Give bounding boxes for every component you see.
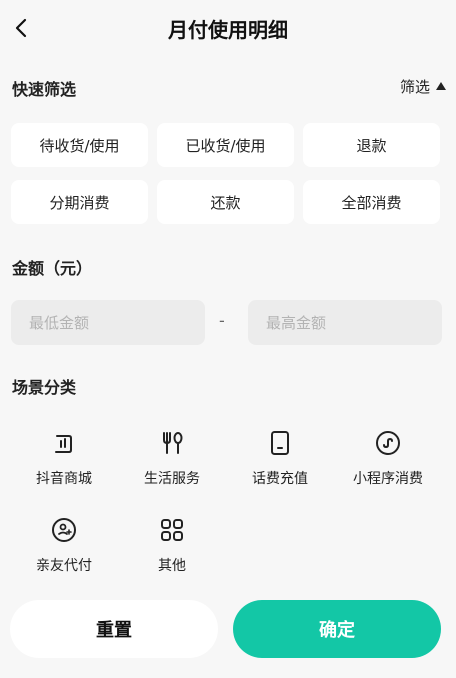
scene-label: 生活服务 [144,471,200,487]
scene-douyin-mall[interactable]: 抖音商城 [9,420,119,500]
min-amount-input[interactable] [11,300,205,345]
scene-label: 其他 [158,558,186,574]
chip-repayment[interactable]: 还款 [157,180,294,224]
scene-friend-pay[interactable]: 亲友代付 [9,507,119,587]
scene-phone-recharge[interactable]: 话费充值 [225,420,335,500]
reset-button[interactable]: 重置 [10,600,218,658]
chip-pending[interactable]: 待收货/使用 [11,123,148,167]
header: 月付使用明细 [0,0,456,56]
scene-life-service[interactable]: 生活服务 [117,420,227,500]
filter-toggle-label: 筛选 [399,78,430,96]
quick-filter-title: 快速筛选 [12,80,77,99]
scene-title: 场景分类 [12,378,77,397]
filter-toggle[interactable]: 筛选 [400,76,446,97]
friend-pay-icon [52,518,76,542]
scene-mini-program[interactable]: 小程序消费 [333,420,443,500]
scene-label: 话费充值 [252,471,308,487]
scene-label: 抖音商城 [36,471,92,487]
chip-refund[interactable]: 退款 [303,123,440,167]
caret-up-icon [436,82,446,90]
fork-spoon-icon [163,432,183,454]
amount-separator: - [219,311,225,330]
scene-label: 亲友代付 [36,558,92,574]
scene-label: 小程序消费 [353,471,423,487]
confirm-button[interactable]: 确定 [233,600,441,658]
chip-installment[interactable]: 分期消费 [11,180,148,224]
chip-all[interactable]: 全部消费 [303,180,440,224]
phone-icon [271,431,289,455]
max-amount-input[interactable] [248,300,442,345]
chip-received[interactable]: 已收货/使用 [157,123,294,167]
mini-program-icon [376,431,400,455]
grid-icon [161,519,183,541]
shop-bag-icon [55,435,72,453]
page-title: 月付使用明细 [168,18,288,42]
amount-title: 金额（元） [12,259,93,278]
scene-other[interactable]: 其他 [117,507,227,587]
